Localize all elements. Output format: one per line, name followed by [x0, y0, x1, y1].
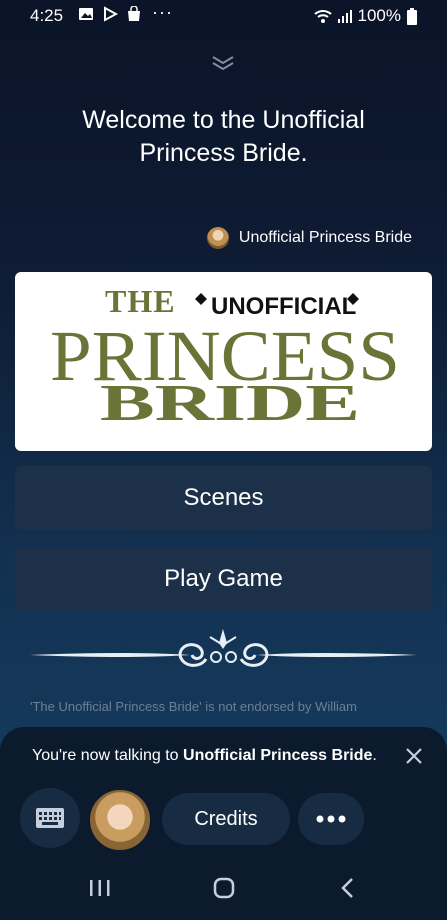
signal-icon	[337, 10, 352, 23]
close-icon[interactable]	[405, 747, 423, 765]
logo-card: THE UNOFFICIAL PRINCESS BRIDE	[15, 272, 432, 451]
status-right: 100%	[313, 6, 417, 26]
scenes-button[interactable]: Scenes	[15, 466, 432, 530]
msg-suffix: .	[372, 747, 377, 764]
play-game-button[interactable]: Play Game	[15, 547, 432, 611]
play-store-icon	[104, 6, 118, 22]
svg-text:BRIDE: BRIDE	[100, 375, 360, 432]
back-icon[interactable]	[334, 876, 362, 900]
msg-prefix: You're now talking to	[32, 747, 184, 764]
chevron-double-down-icon[interactable]	[210, 55, 236, 71]
system-nav-bar	[0, 858, 447, 920]
battery-icon	[407, 7, 417, 25]
notification-icons	[78, 6, 142, 22]
bot-name: Unofficial Princess Bride	[238, 229, 412, 246]
bot-identity[interactable]: Unofficial Princess Bride	[206, 227, 412, 249]
more-chip[interactable]	[298, 793, 364, 845]
more-icon	[316, 815, 346, 823]
shopping-bag-icon	[128, 6, 140, 21]
princess-bride-logo: THE UNOFFICIAL PRINCESS BRIDE	[50, 283, 400, 432]
wifi-icon	[313, 10, 332, 23]
bot-avatar-small	[206, 227, 229, 249]
status-bar: 4:25 ··· 100%	[0, 0, 447, 32]
ornament-divider	[30, 629, 417, 667]
battery-text: 100%	[357, 6, 401, 25]
keyboard-icon	[36, 808, 64, 828]
msg-bot-name: Unofficial Princess Bride	[183, 747, 373, 764]
more-notifications: ···	[152, 2, 173, 22]
talking-to-message: You're now talking to Unofficial Princes…	[32, 747, 377, 765]
recents-icon[interactable]	[86, 876, 114, 900]
credits-chip[interactable]: Credits	[162, 793, 290, 845]
welcome-line-1: Welcome to the Unofficial	[82, 106, 365, 134]
welcome-line-2: Princess Bride.	[139, 139, 308, 167]
bot-avatar	[88, 788, 152, 852]
welcome-title: Welcome to the Unofficial Princess Bride…	[0, 104, 447, 170]
svg-text:THE: THE	[105, 283, 176, 319]
status-time: 4:25	[30, 6, 64, 25]
disclaimer-text: 'The Unofficial Princess Bride' is not e…	[30, 699, 357, 714]
home-icon[interactable]	[210, 876, 238, 900]
keyboard-button[interactable]	[20, 788, 80, 848]
image-icon	[79, 8, 93, 20]
